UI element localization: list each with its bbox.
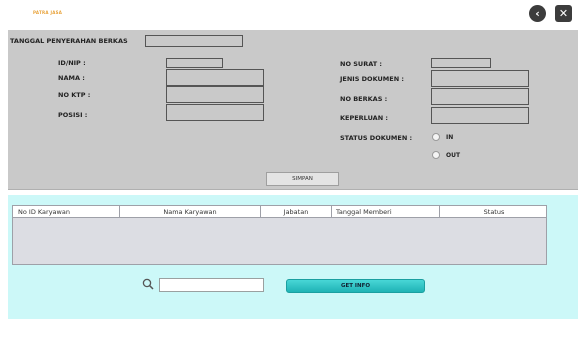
keperluan-input[interactable] [431,107,529,124]
app-logo: PATRA JASA [33,10,63,15]
nama-input[interactable] [166,69,264,86]
id-nip-input[interactable] [166,58,223,68]
posisi-label: POSISI : [58,111,88,119]
keperluan-label: KEPERLUAN : [340,114,389,122]
status-radio-in[interactable]: IN [432,133,453,141]
get-info-button[interactable]: GET INFO [286,279,425,293]
close-icon: ✕ [558,7,569,20]
simpan-button[interactable]: SIMPAN [266,172,339,186]
chevron-left-icon: ‹ [535,7,540,20]
column-header-status[interactable]: Status [440,206,548,218]
column-header-jabatan[interactable]: Jabatan [261,206,332,218]
jenis-dokumen-label: JENIS DOKUMEN : [340,75,404,83]
close-button[interactable]: ✕ [555,5,572,22]
posisi-input[interactable] [166,104,264,121]
nama-label: NAMA : [58,74,85,82]
jenis-dokumen-input[interactable] [431,70,529,87]
tanggal-label: TANGGAL PENYERAHAN BERKAS [10,37,128,45]
radio-icon [432,133,440,141]
id-nip-label: ID/NIP : [58,59,86,67]
column-header-nama[interactable]: Nama Karyawan [120,206,261,218]
app-window: PATRA JASA ‹ ✕ TANGGAL PENYERAHAN BERKAS… [0,0,578,338]
column-header-no-id[interactable]: No ID Karyawan [13,206,120,218]
search-icon [142,278,154,290]
table-header: No ID Karyawan Nama Karyawan Jabatan Tan… [13,206,546,218]
status-option-out-label: OUT [446,151,461,159]
search-input[interactable] [159,278,264,292]
no-surat-input[interactable] [431,58,491,68]
no-ktp-label: NO KTP : [58,91,91,99]
tanggal-input[interactable] [145,35,243,47]
status-dokumen-label: STATUS DOKUMEN : [340,134,413,142]
no-berkas-label: NO BERKAS : [340,95,388,103]
radio-icon [432,151,440,159]
no-surat-label: NO SURAT : [340,60,383,68]
no-berkas-input[interactable] [431,88,529,105]
column-header-tanggal[interactable]: Tanggal Memberi [332,206,440,218]
status-option-in-label: IN [446,133,454,141]
back-button[interactable]: ‹ [529,5,546,22]
no-ktp-input[interactable] [166,86,264,103]
data-table[interactable]: No ID Karyawan Nama Karyawan Jabatan Tan… [12,205,547,265]
status-radio-out[interactable]: OUT [432,151,460,159]
